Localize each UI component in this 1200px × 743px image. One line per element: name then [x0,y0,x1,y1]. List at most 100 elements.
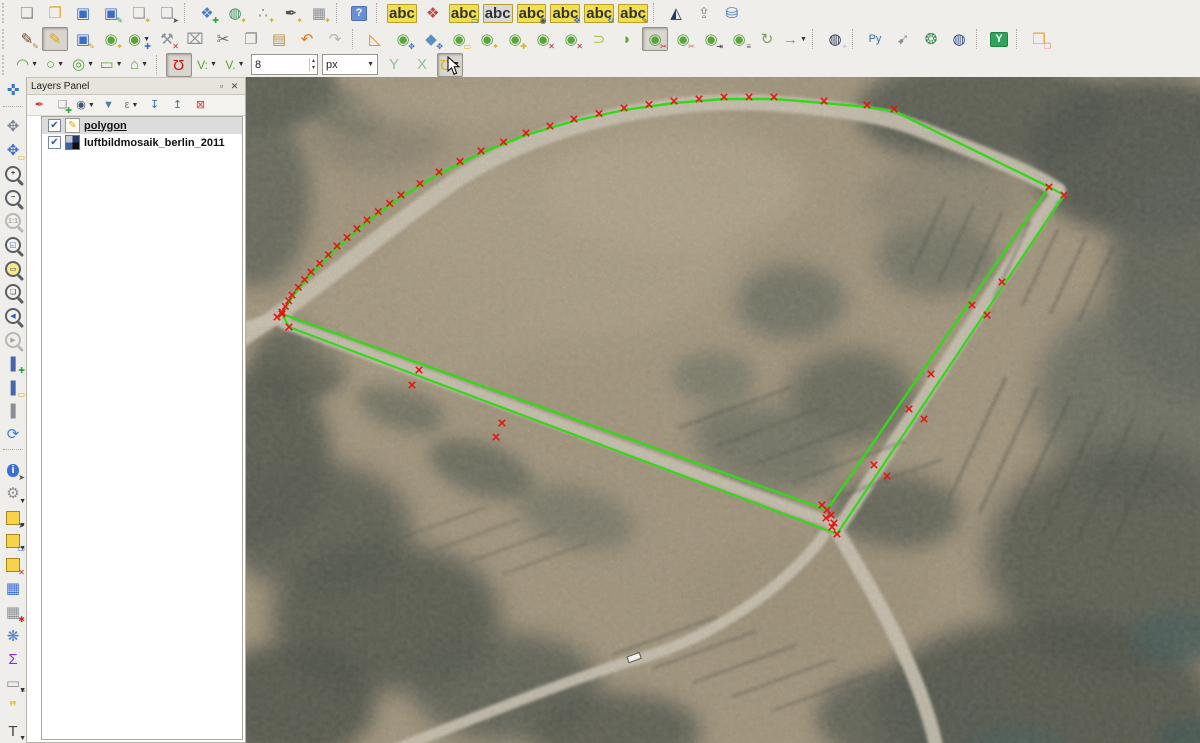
layout-manager-button[interactable]: ❏➤ [154,1,180,25]
resource-sharing-button[interactable]: ❂ [918,27,944,51]
help-button[interactable]: ? [346,1,372,25]
zoom-in-button[interactable]: + [0,162,26,186]
snap-units-select[interactable]: px▼ [322,54,378,75]
new-bookmark-button[interactable]: ❚✚ [0,352,26,376]
layer-row-raster[interactable]: ✔ luftbildmosaik_berlin_2011 [42,134,242,151]
layer-label[interactable]: polygon [84,120,127,132]
layer-label[interactable]: luftbildmosaik_berlin_2011 [84,137,225,149]
select-features-by-value-button[interactable]: ▭▼ [0,530,26,554]
text-annotation-button[interactable]: T▼ [0,719,26,743]
filter-legend-button[interactable]: ▼ [98,95,119,115]
zoom-last-button[interactable]: ◀ [0,304,26,328]
paste-features-button[interactable]: ▤ [266,27,292,51]
dropdown-arrow-icon[interactable]: ▼ [800,36,807,43]
simplify-feature-button[interactable]: ◉▭ [446,27,472,51]
label-showhide-button[interactable]: abc◉ [516,1,548,25]
zoom-to-layer-button[interactable]: ❏ [0,281,26,305]
cad-tools-button[interactable]: ◺ [362,27,388,51]
open-project-button[interactable]: ❐ [42,1,68,25]
save-layer-edits-button[interactable]: ▣✎ [70,27,96,51]
split-parts-button[interactable]: ◉✂ [670,27,696,51]
snapping-toggle-button[interactable]: Ω [166,53,192,77]
show-bookmarks-button[interactable]: ❚▭ [0,375,26,399]
layer-checkbox[interactable]: ✔ [48,136,61,149]
snap-mode-button[interactable]: V:▼ [194,53,220,77]
move-feature-button[interactable]: ◉✥ [390,27,416,51]
layer-row-polygon[interactable]: ✔ ✎ polygon [42,117,242,134]
dropdown-arrow-icon[interactable]: ▼ [210,61,217,68]
rotate-point-symbols-button[interactable]: ↻ [754,27,780,51]
reshape-features-button[interactable]: ◗ [614,27,640,51]
delete-part-button[interactable]: ◉✕ [558,27,584,51]
add-ring-button[interactable]: ◉✦ [474,27,500,51]
metasearch-button[interactable]: ◭ [663,1,689,25]
merge-features-button[interactable]: ◉⇥ [698,27,724,51]
offset-curve-button[interactable]: ⊃ [586,27,612,51]
draw-regular-polygon-button[interactable]: ⌂▼ [126,53,152,77]
dropdown-arrow-icon[interactable]: ▼ [19,545,26,552]
new-print-layout-button[interactable]: ❏✦ [126,1,152,25]
zoom-out-button[interactable]: − [0,186,26,210]
dropdown-arrow-icon[interactable]: ▼ [131,102,138,109]
dropdown-arrow-icon[interactable]: ▼ [116,61,123,68]
remove-layer-button[interactable]: ⊠ [190,95,211,115]
bookmark-manager-button[interactable]: ❚ [0,399,26,423]
panel-dock-button[interactable]: ▫ [215,81,228,91]
label-unplaced-button[interactable]: abc [482,1,514,25]
labeling-options-button[interactable]: abc [386,1,418,25]
label-pin-button[interactable]: ❖ [420,1,446,25]
routing-plugin-button[interactable]: Y [986,27,1012,51]
new-shapefile-layer-button[interactable]: ∴✦ [250,1,276,25]
select-features-button[interactable]: ➤▼ [0,506,26,530]
globe-plugin-button[interactable]: ◍ [946,27,972,51]
map-tips-button[interactable]: ❞ [0,695,26,719]
refresh-map-button[interactable]: ⟳ [0,423,26,447]
delete-ring-button[interactable]: ◉✕ [530,27,556,51]
pan-to-selection-button[interactable]: ✥▭ [0,138,26,162]
dropdown-arrow-icon[interactable]: ▼ [31,61,38,68]
collapse-all-button[interactable]: ↥ [167,95,188,115]
new-virtual-layer-button[interactable]: ▦✦ [306,1,332,25]
draw-ellipse-button[interactable]: ◎▼ [70,53,96,77]
pan-map-button[interactable]: ✥ [0,115,26,139]
open-layer-styling-button[interactable]: ✒ [29,95,50,115]
merge-attributes-button[interactable]: ◉≡ [726,27,752,51]
vertex-tool-button[interactable]: ⚒✕ [154,27,180,51]
zoom-to-selection-button[interactable]: ▭ [0,257,26,281]
draw-circle-button[interactable]: ○▼ [42,53,68,77]
dropdown-arrow-icon[interactable]: ▼ [87,61,94,68]
new-geopackage-layer-button[interactable]: ◍✦ [222,1,248,25]
zoom-native-button[interactable]: 1:1 [0,209,26,233]
statistics-button[interactable]: Σ [0,648,26,672]
offset-point-symbol-button[interactable]: →▼ [782,27,808,51]
dropdown-arrow-icon[interactable]: ▼ [19,687,26,694]
dropdown-arrow-icon[interactable]: ▼ [88,102,95,109]
draw-rectangle-button[interactable]: ▭▼ [98,53,124,77]
dropdown-arrow-icon[interactable]: ▼ [19,735,26,742]
snap-type-button[interactable]: V.▼ [222,53,248,77]
topological-editing-button[interactable]: Y [381,53,407,77]
dropdown-arrow-icon[interactable]: ▼ [453,61,460,68]
touch-zoom-button[interactable]: ✜ [0,79,26,103]
map-canvas[interactable] [246,77,1200,743]
add-group-button[interactable]: ❏✚ [52,95,73,115]
dropdown-arrow-icon[interactable]: ▼ [141,61,148,68]
dropdown-arrow-icon[interactable]: ▼ [19,522,26,529]
filter-expression-button[interactable]: ε▼ [121,95,142,115]
new-spatialite-layer-button[interactable]: ✒✦ [278,1,304,25]
label-properties-button[interactable]: abc✎ [617,1,649,25]
metasearch-map-button[interactable]: ◍⌖ [822,27,848,51]
zoom-full-button[interactable]: ◱ [0,233,26,257]
field-calculator-button[interactable]: ▦✱ [0,601,26,625]
toolbar-grip[interactable] [2,29,10,49]
new-project-button[interactable]: ❏ [14,1,40,25]
cut-features-button[interactable]: ✂ [210,27,236,51]
toolbar-grip[interactable] [2,55,10,75]
add-circular-string-button[interactable]: ◉✚▼ [126,27,152,51]
attribute-table-button[interactable]: ▦ [0,577,26,601]
tracing-toggle-button[interactable]: Ω▼ [437,53,463,77]
measure-button[interactable]: ▭≡▼ [0,672,26,696]
deselect-features-button[interactable]: ✕ [0,553,26,577]
toggle-editing-button[interactable]: ✎ [42,27,68,51]
snap-tolerance-value[interactable]: 8 [255,59,309,71]
